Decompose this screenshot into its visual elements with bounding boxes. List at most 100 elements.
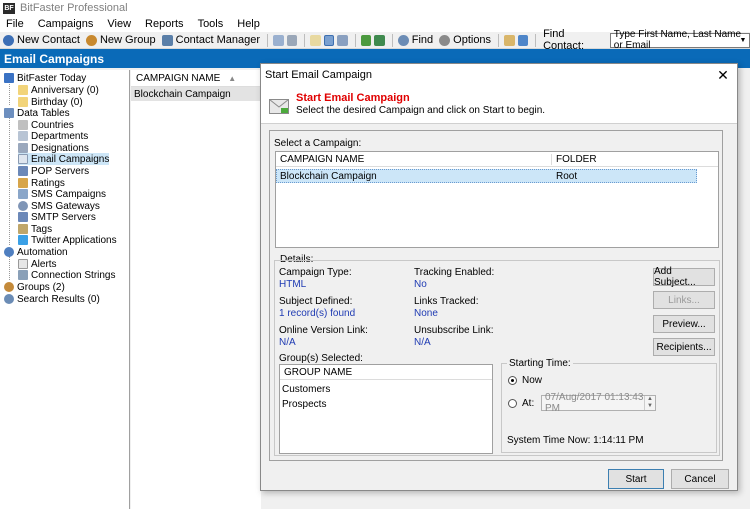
start-at-datetime-picker[interactable]: 07/Aug/2017 01:13:43 PM ▲ ▼ — [541, 392, 656, 414]
table-row[interactable]: Blockchain Campaign Root — [276, 169, 697, 183]
unsubscribe-link-label: Unsubscribe Link: — [414, 325, 494, 336]
column-divider — [551, 154, 552, 165]
search-icon — [397, 34, 409, 46]
column-campaign-name[interactable]: CAMPAIGN NAME — [280, 154, 364, 165]
navigation-tree: BitFaster Today Anniversary (0) Birthday… — [0, 70, 130, 509]
connection-icon — [18, 270, 28, 280]
links-tracked-value: None — [414, 308, 438, 319]
envelope-icon — [269, 99, 289, 114]
tree-pop-servers[interactable]: POP Servers — [18, 165, 89, 177]
help-icon[interactable] — [517, 34, 529, 46]
list-item[interactable]: Customers — [282, 384, 330, 395]
tree-groups[interactable]: Groups (2) — [4, 281, 65, 293]
new-contact-button[interactable]: New Contact — [3, 34, 80, 46]
twitter-icon — [18, 235, 28, 245]
find-button[interactable]: Find — [397, 34, 433, 46]
email-icon — [18, 154, 28, 164]
calendar-icon — [18, 85, 28, 95]
cancel-button-label: Cancel — [684, 473, 716, 485]
antenna-icon — [18, 201, 28, 211]
sms-icon[interactable] — [337, 34, 348, 46]
starting-time-label: Starting Time: — [507, 358, 573, 369]
campaign-list[interactable]: CAMPAIGN NAME FOLDER Blockchain Campaign… — [275, 151, 719, 248]
tree-connector — [9, 256, 10, 280]
tree-automation[interactable]: Automation — [4, 246, 68, 258]
options-button[interactable]: Options — [439, 34, 491, 46]
tree-bitfaster-today[interactable]: BitFaster Today — [4, 72, 86, 84]
column-folder[interactable]: FOLDER — [556, 154, 597, 165]
tree-data-tables[interactable]: Data Tables — [4, 107, 70, 119]
find-contact-value: Type First Name, Last Name or Email — [613, 29, 742, 51]
menu-file[interactable]: File — [6, 18, 24, 30]
grid-column-header[interactable]: CAMPAIGN NAME ▲ — [131, 70, 261, 87]
campaign-folder-cell: Root — [556, 171, 578, 182]
dialog-title-bar: Start Email Campaign ✕ — [261, 64, 737, 86]
document-icon[interactable] — [310, 34, 321, 46]
toolbar: New Contact New Group Contact Manager Fi… — [0, 28, 750, 52]
start-button[interactable]: Start — [608, 469, 664, 489]
preview-button[interactable]: Preview... — [653, 315, 715, 333]
start-at-datetime-value: 07/Aug/2017 01:13:43 PM — [545, 392, 644, 414]
tree-sms-campaigns[interactable]: SMS Campaigns — [18, 188, 106, 200]
table-icon — [4, 108, 14, 118]
new-group-button[interactable]: New Group — [85, 34, 156, 46]
tree-smtp-servers[interactable]: SMTP Servers — [18, 211, 96, 223]
menu-campaigns[interactable]: Campaigns — [38, 18, 94, 30]
menu-reports[interactable]: Reports — [145, 18, 184, 30]
column-group-name[interactable]: GROUP NAME — [284, 367, 352, 378]
today-icon — [4, 73, 14, 83]
tree-search-results[interactable]: Search Results (0) — [4, 293, 100, 305]
contact-manager-button[interactable]: Contact Manager — [161, 34, 260, 46]
groups-list[interactable]: GROUP NAME Customers Prospects — [279, 364, 493, 454]
links-button[interactable]: Links... — [653, 291, 715, 309]
departments-icon — [18, 131, 28, 141]
chevron-down-icon[interactable]: ▼ — [737, 34, 749, 47]
dialog-header-title: Start Email Campaign — [296, 92, 410, 104]
automation-gear-icon — [4, 247, 14, 257]
tree-anniversary[interactable]: Anniversary (0) — [18, 84, 99, 96]
toolbar-separator — [391, 33, 393, 47]
toolbar-separator — [304, 33, 306, 47]
contacts-card-icon[interactable] — [504, 34, 515, 46]
tree-connector — [9, 115, 10, 245]
import-icon[interactable] — [360, 34, 372, 46]
sort-ascending-icon: ▲ — [228, 73, 237, 83]
alert-icon — [18, 259, 28, 269]
dialog-header: Start Email Campaign Select the desired … — [261, 86, 737, 124]
list-item[interactable]: Prospects — [282, 399, 326, 410]
dialog-content-panel: Select a Campaign: CAMPAIGN NAME FOLDER … — [269, 130, 723, 461]
menu-tools[interactable]: Tools — [198, 18, 224, 30]
spin-arrows-icon[interactable]: ▲ ▼ — [644, 396, 655, 410]
start-at-radio[interactable] — [508, 399, 517, 408]
campaign-type-label: Campaign Type: — [279, 267, 352, 278]
find-contact-combobox[interactable]: Type First Name, Last Name or Email ▼ — [609, 29, 750, 51]
window-title: BitFaster Professional — [20, 2, 128, 14]
email-icon[interactable] — [272, 34, 284, 46]
cancel-button[interactable]: Cancel — [671, 469, 729, 489]
tree-departments[interactable]: Departments — [18, 130, 88, 142]
email-campaign-icon[interactable] — [323, 34, 335, 46]
groups-icon — [4, 282, 14, 292]
campaign-type-value: HTML — [279, 279, 307, 290]
tracking-enabled-value: No — [414, 279, 427, 290]
export-icon[interactable] — [374, 34, 385, 46]
start-email-campaign-dialog: Start Email Campaign ✕ Start Email Campa… — [260, 63, 738, 491]
tree-email-campaigns[interactable]: Email Campaigns — [18, 153, 110, 165]
links-tracked-label: Links Tracked: — [414, 296, 479, 307]
close-icon[interactable]: ✕ — [715, 67, 731, 84]
menu-help[interactable]: Help — [237, 18, 260, 30]
start-at-label[interactable]: At: — [522, 398, 534, 409]
start-now-label[interactable]: Now — [522, 375, 542, 386]
phone-icon[interactable] — [286, 34, 298, 46]
start-button-label: Start — [625, 473, 647, 485]
contact-manager-icon — [161, 34, 173, 46]
tree-connection-strings[interactable]: Connection Strings — [18, 269, 116, 281]
table-row[interactable]: Blockchain Campaign — [131, 87, 261, 101]
campaign-grid: CAMPAIGN NAME ▲ Blockchain Campaign — [131, 70, 261, 509]
tree-twitter-apps[interactable]: Twitter Applications — [18, 234, 117, 246]
menu-view[interactable]: View — [107, 18, 131, 30]
recipients-button[interactable]: Recipients... — [653, 338, 715, 356]
campaign-name-cell: Blockchain Campaign — [280, 171, 377, 182]
start-now-radio[interactable] — [508, 376, 517, 385]
add-subject-button[interactable]: Add Subject... — [653, 266, 715, 288]
